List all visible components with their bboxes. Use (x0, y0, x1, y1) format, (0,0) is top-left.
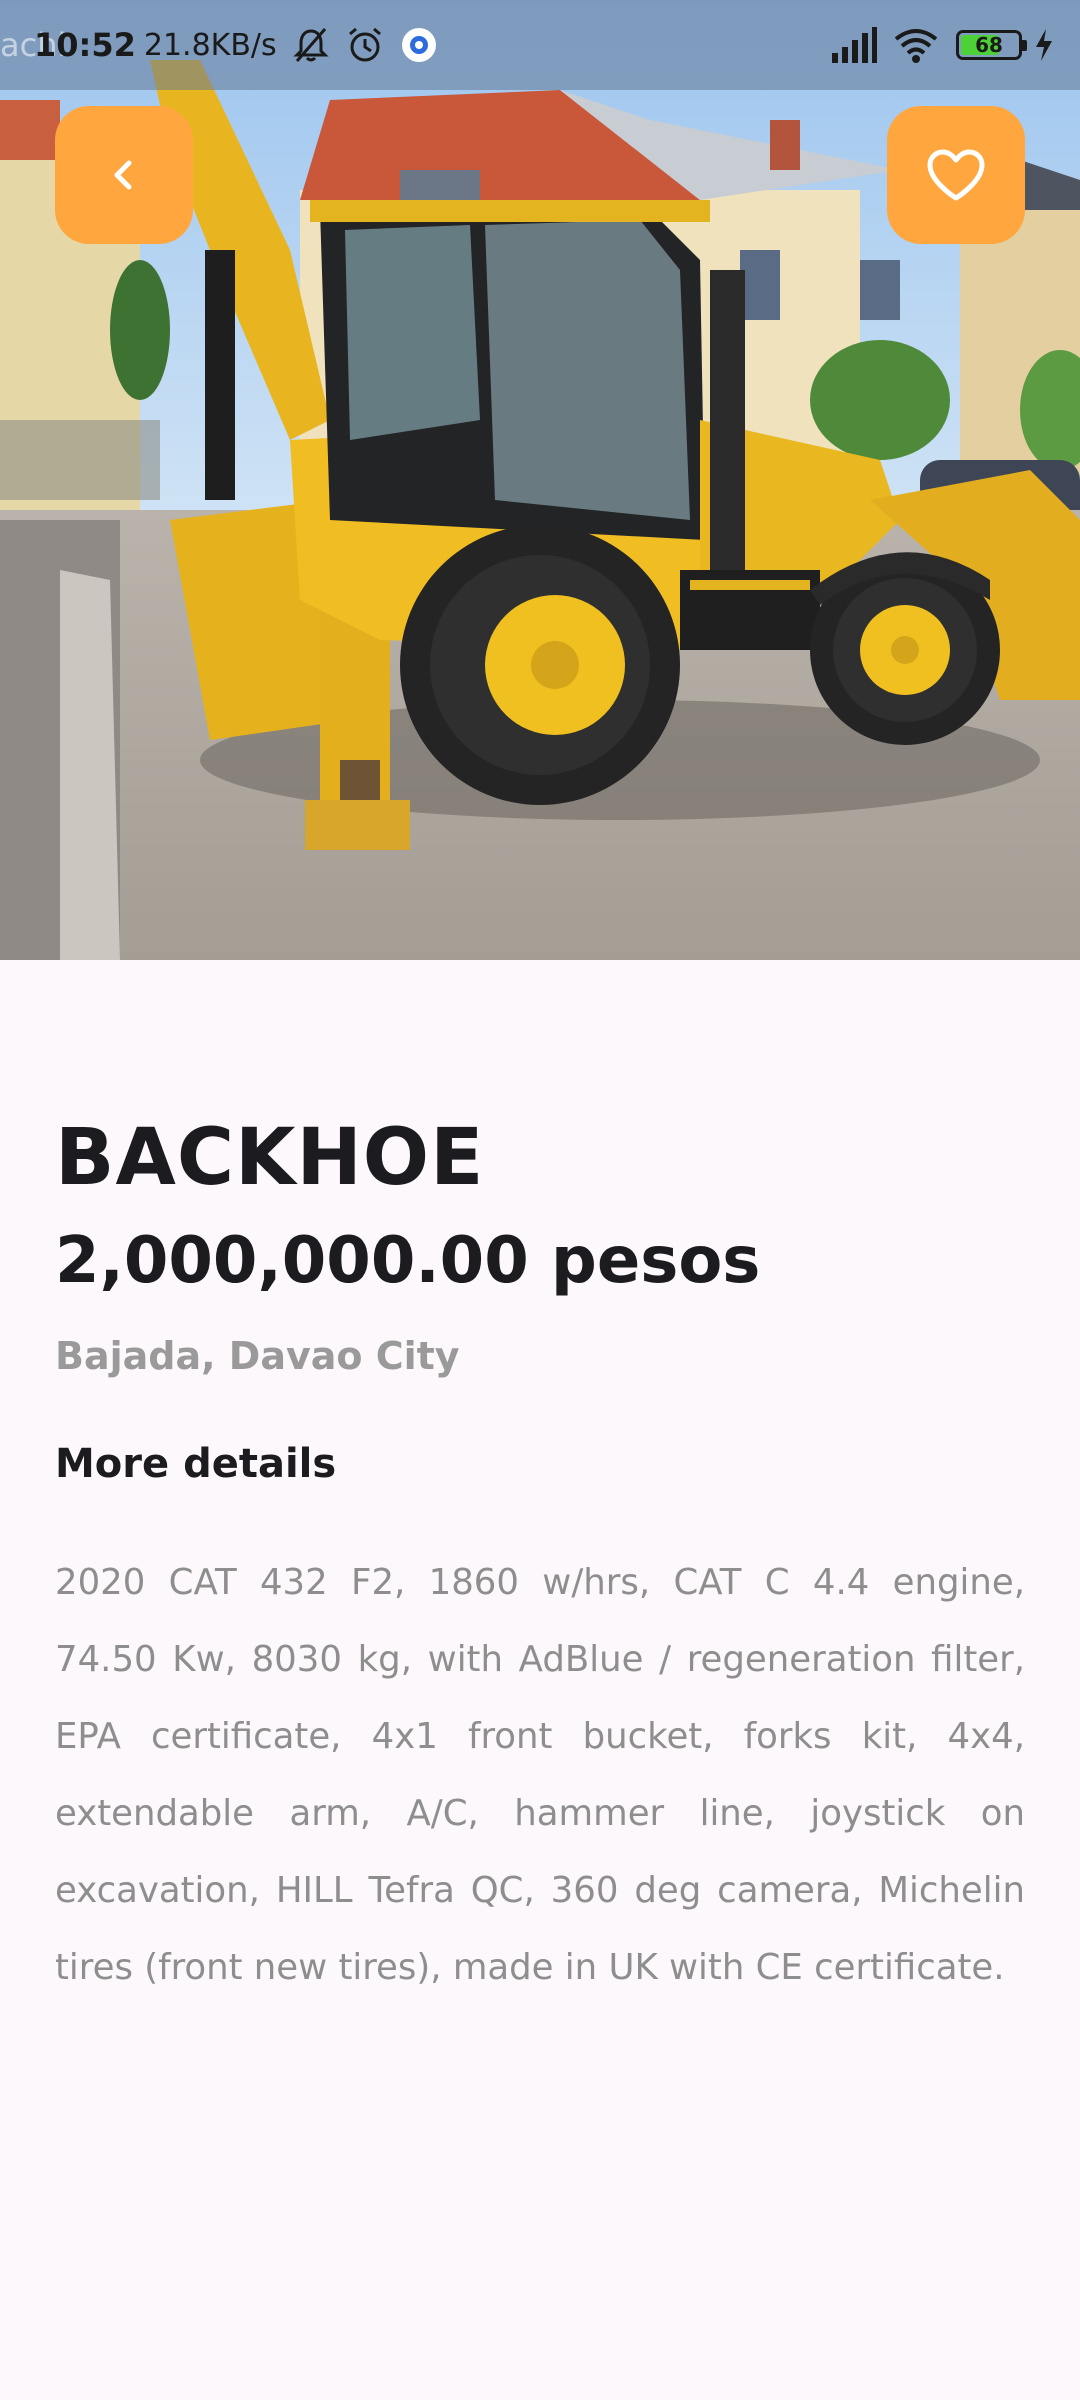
heart-outline-icon (927, 149, 985, 201)
network-speed: 21.8KB/s (143, 27, 277, 63)
favorite-button[interactable] (887, 106, 1025, 244)
battery-icon: 68 (956, 30, 1027, 60)
app-notification-icon (399, 25, 439, 65)
battery-level: 68 (975, 33, 1003, 57)
signal-icon (830, 25, 878, 65)
mute-notifications-icon (291, 25, 331, 65)
status-bar-right: 68 (830, 24, 1054, 66)
more-details-heading: More details (55, 1441, 337, 1487)
status-time: 10:52 (34, 26, 136, 64)
status-bar: achi 10:52 21.8KB/s 68 (0, 0, 1080, 90)
listing-description: 2020 CAT 432 F2, 1860 w/hrs, CAT C 4.4 e… (55, 1562, 1025, 1988)
listing-price: 2,000,000.00 pesos (55, 1224, 761, 1298)
charging-icon (1034, 25, 1054, 65)
status-bar-left: achi 10:52 21.8KB/s (0, 22, 439, 68)
chevron-left-icon (114, 160, 132, 190)
battery-cap (1022, 40, 1027, 51)
wifi-icon (892, 25, 940, 65)
listing-title: BACKHOE (55, 1113, 485, 1203)
listing-details: BACKHOE 2,000,000.00 pesos Bajada, Davao… (55, 1110, 1025, 2006)
back-button[interactable] (55, 106, 193, 244)
alarm-icon (345, 25, 385, 65)
listing-location: Bajada, Davao City (55, 1334, 460, 1378)
